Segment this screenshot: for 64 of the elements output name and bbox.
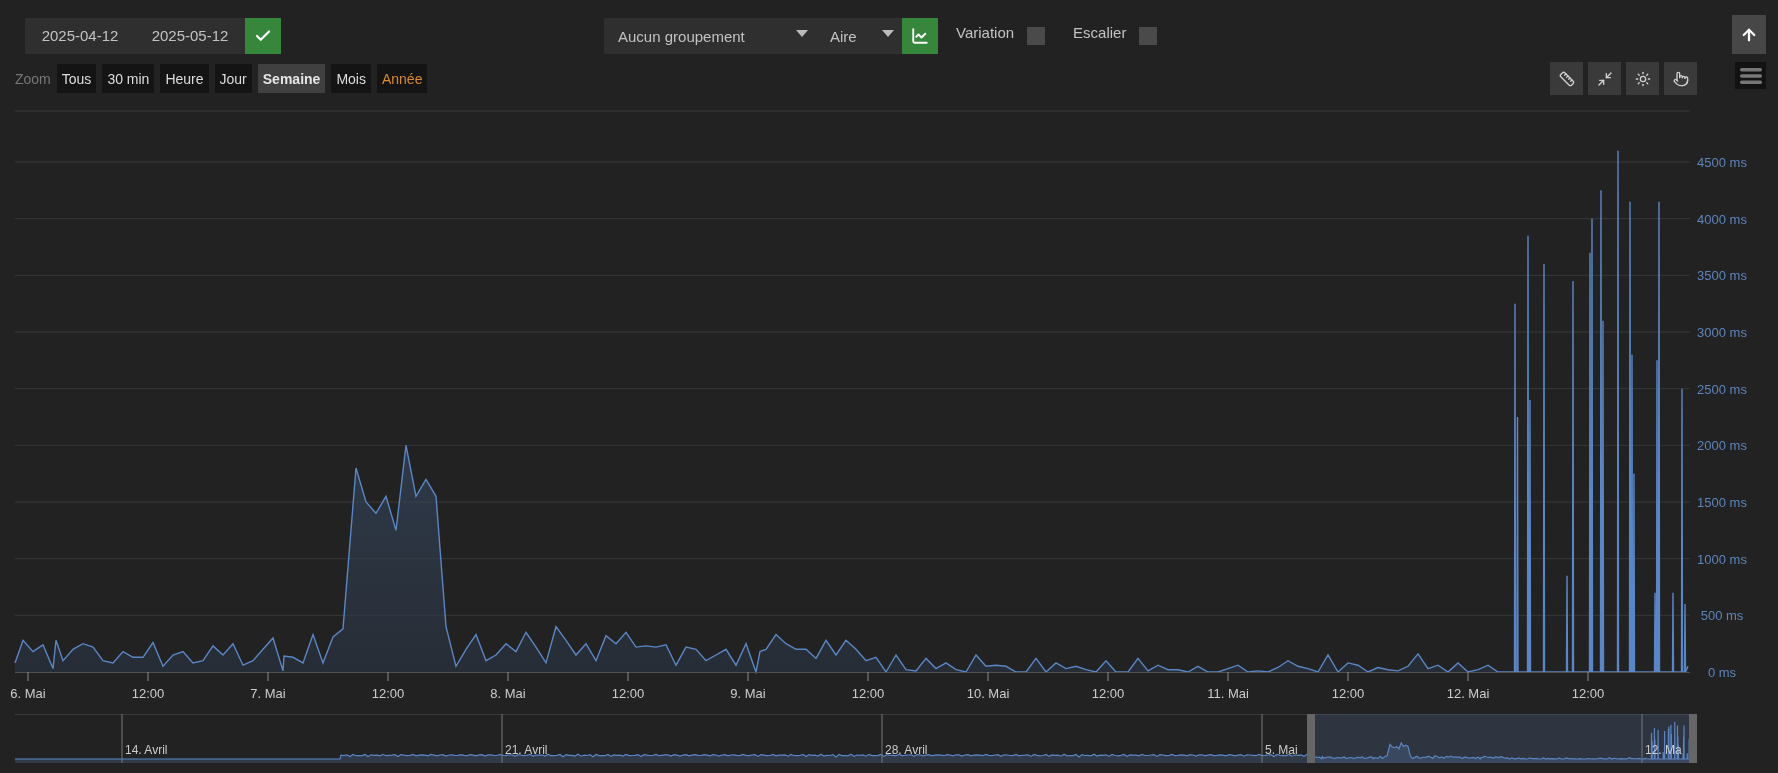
scroll-up-button[interactable] [1732, 15, 1766, 54]
x-axis-label: 7. Mai [250, 686, 286, 701]
zoom-button[interactable]: Heure [160, 64, 209, 93]
grouping-dropdown[interactable]: Aucun groupement [604, 18, 816, 54]
checkbox[interactable] [1027, 27, 1046, 45]
navigator-date-label: 5. Mai [1265, 743, 1298, 757]
menu-button[interactable] [1735, 62, 1766, 89]
zoom-button[interactable]: Année [376, 64, 428, 93]
y-axis-label: 0 ms [1707, 665, 1737, 680]
y-axis-label: 2000 ms [1697, 438, 1747, 454]
ruler-button[interactable] [1550, 62, 1583, 95]
date-range-field[interactable]: 2025-04-12 2025-05-12 [25, 18, 281, 54]
y-axis-label: 500 ms [1700, 608, 1744, 624]
zoom-button[interactable]: Tous [56, 64, 97, 93]
x-axis-label: 12:00 [851, 686, 885, 701]
x-axis-label: 6. Mai [10, 686, 46, 701]
zoom-button[interactable]: Mois [331, 64, 371, 93]
chart-type-dropdown[interactable]: Aire [816, 18, 902, 54]
caret-icon [796, 29, 808, 37]
navigator-date-label: 28. Avril [885, 743, 928, 757]
zoom-button[interactable]: Jour [214, 64, 252, 93]
navigator-date-label: 14. Avril [125, 743, 168, 757]
x-axis-label: 12:00 [1571, 686, 1605, 701]
y-axis-label: 3500 ms [1697, 268, 1747, 284]
zoom-button[interactable]: 30 min [102, 64, 155, 93]
hand-button[interactable] [1664, 62, 1697, 95]
x-axis-label: 12. Mai [1446, 686, 1490, 701]
x-axis-label: 12:00 [611, 686, 645, 701]
sun-icon [1634, 70, 1651, 87]
apply-button[interactable] [245, 18, 281, 54]
x-axis-label: 10. Mai [966, 686, 1010, 701]
checkbox[interactable] [1139, 27, 1158, 45]
option-label: Variation [956, 23, 1015, 43]
x-axis-label: 12:00 [131, 686, 165, 701]
x-axis-label: 8. Mai [490, 686, 526, 701]
sun-button[interactable] [1626, 62, 1659, 95]
zoom-button[interactable]: Semaine [257, 64, 326, 93]
x-axis-label: 11. Mai [1207, 686, 1249, 701]
hand-pointer-icon [1672, 70, 1689, 87]
ruler-icon [1558, 70, 1575, 87]
shrink-arrows-icon [1596, 70, 1613, 87]
y-axis-label: 1000 ms [1697, 551, 1747, 567]
x-axis-label: 9. Mai [730, 686, 766, 701]
menu-icon [1738, 66, 1763, 85]
x-axis-label: 12:00 [1331, 686, 1365, 701]
range-handle[interactable] [1689, 714, 1697, 763]
option-label: Escalier [1073, 23, 1127, 43]
navigator-date-label: 21. Avril [505, 743, 548, 757]
y-axis-label: 1500 ms [1697, 495, 1747, 510]
end-date[interactable]: 2025-05-12 [135, 18, 245, 54]
y-axis-label: 4500 ms [1697, 155, 1747, 170]
shrink-button[interactable] [1588, 62, 1621, 95]
zoom-label: Zoom [15, 70, 51, 87]
y-axis-label: 3000 ms [1697, 325, 1747, 340]
y-axis-label: 2500 ms [1697, 381, 1747, 397]
caret-icon [882, 29, 894, 37]
y-axis-label: 4000 ms [1697, 211, 1747, 227]
line-chart-icon [911, 27, 929, 45]
range-selection[interactable] [1315, 714, 1689, 763]
range-handle[interactable] [1307, 714, 1315, 763]
chart-button[interactable] [902, 18, 938, 54]
x-axis-label: 12:00 [371, 686, 405, 701]
x-axis-label: 12:00 [1091, 686, 1125, 701]
start-date[interactable]: 2025-04-12 [25, 18, 135, 54]
